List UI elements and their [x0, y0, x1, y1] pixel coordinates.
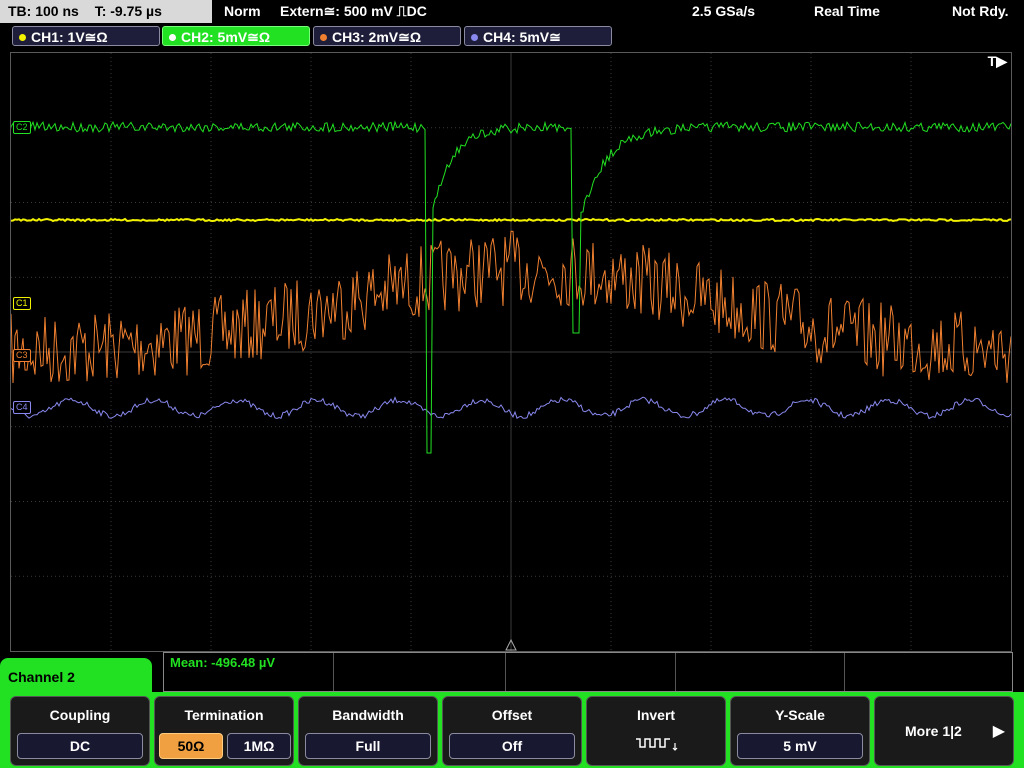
termination-50ohm-option[interactable]: 50Ω — [159, 733, 223, 759]
trigger-status: Not Rdy. — [952, 3, 1009, 19]
channel-2-color-dot — [169, 34, 176, 41]
channel-1-color-dot — [19, 34, 26, 41]
measurement-bar: Mean: -496.48 µV — [163, 652, 1013, 692]
channel-2-label: CH2: 5mV≅Ω — [181, 29, 271, 45]
measurement-cell — [333, 653, 334, 691]
trigger-position-marker[interactable]: T▶ — [988, 53, 1007, 70]
termination-1mohm-option[interactable]: 1MΩ — [227, 733, 291, 759]
more-arrow-icon: ▶ — [992, 723, 1005, 740]
acquisition-mode[interactable]: Real Time — [814, 0, 880, 23]
channel-1-label: CH1: 1V≅Ω — [31, 29, 108, 45]
trigger-mode[interactable]: Norm — [224, 0, 261, 23]
offset-softkey[interactable]: Offset Off — [442, 696, 582, 766]
channel-4-label: CH4: 5mV≅ — [483, 29, 561, 45]
bandwidth-softkey[interactable]: Bandwidth Full — [298, 696, 438, 766]
invert-title: Invert — [636, 707, 676, 723]
softkey-bar: Coupling DC Termination 50Ω 1MΩ Bandwidt… — [0, 692, 1024, 768]
channel-1-trace — [11, 217, 1011, 223]
channel-menu-title: Channel 2 — [8, 669, 75, 685]
offset-title: Offset — [491, 707, 533, 723]
channel-1-button[interactable]: CH1: 1V≅Ω — [12, 26, 160, 46]
channel-tabs: CH1: 1V≅Ω CH2: 5mV≅Ω CH3: 2mV≅Ω CH4: 5mV… — [0, 26, 1024, 48]
trigger-time-value: T: -9.75 µs — [94, 3, 162, 19]
channel-3-offset-marker[interactable]: C3 — [13, 349, 31, 362]
offset-value[interactable]: Off — [449, 733, 575, 759]
more-label: More 1|2 — [905, 723, 962, 739]
termination-title: Termination — [184, 707, 264, 723]
coupling-title: Coupling — [49, 707, 111, 723]
channel-1-offset-marker[interactable]: C1 — [13, 297, 31, 310]
waveform-display[interactable]: T▶ C2 C1 C3 C4 — [10, 52, 1012, 652]
mean-measurement: Mean: -496.48 µV — [170, 655, 276, 670]
channel-4-color-dot — [471, 34, 478, 41]
channel-3-button[interactable]: CH3: 2mV≅Ω — [313, 26, 461, 46]
channel-3-color-dot — [320, 34, 327, 41]
top-status-bar: TB: 100 ns T: -9.75 µs Norm Extern≅: 500… — [0, 0, 1024, 24]
measurement-cell — [505, 653, 506, 691]
channel-2-offset-marker[interactable]: C2 — [13, 121, 31, 134]
coupling-value[interactable]: DC — [17, 733, 143, 759]
trigger-source[interactable]: Extern≅: 500 mV ⎍DC — [280, 0, 427, 23]
sample-rate[interactable]: 2.5 GSa/s — [692, 0, 755, 23]
timebase-value: TB: 100 ns — [8, 3, 79, 19]
bandwidth-title: Bandwidth — [332, 707, 404, 723]
invert-softkey[interactable]: Invert — [586, 696, 726, 766]
termination-softkey[interactable]: Termination 50Ω 1MΩ — [154, 696, 294, 766]
waveform-canvas — [11, 53, 1011, 651]
measurement-cell — [675, 653, 676, 691]
channel-2-button[interactable]: CH2: 5mV≅Ω — [162, 26, 310, 46]
channel-4-offset-marker[interactable]: C4 — [13, 401, 31, 414]
y-scale-value[interactable]: 5 mV — [737, 733, 863, 759]
y-scale-softkey[interactable]: Y-Scale 5 mV — [730, 696, 870, 766]
coupling-softkey[interactable]: Coupling DC — [10, 696, 150, 766]
channel-3-label: CH3: 2mV≅Ω — [332, 29, 422, 45]
more-softkey[interactable]: More 1|2 ▶ — [874, 696, 1014, 766]
timebase-box[interactable]: TB: 100 ns T: -9.75 µs — [0, 0, 212, 23]
y-scale-title: Y-Scale — [775, 707, 825, 723]
measurement-cell — [844, 653, 845, 691]
channel-4-button[interactable]: CH4: 5mV≅ — [464, 26, 612, 46]
bandwidth-value[interactable]: Full — [305, 733, 431, 759]
invert-waveform-icon — [636, 738, 678, 751]
